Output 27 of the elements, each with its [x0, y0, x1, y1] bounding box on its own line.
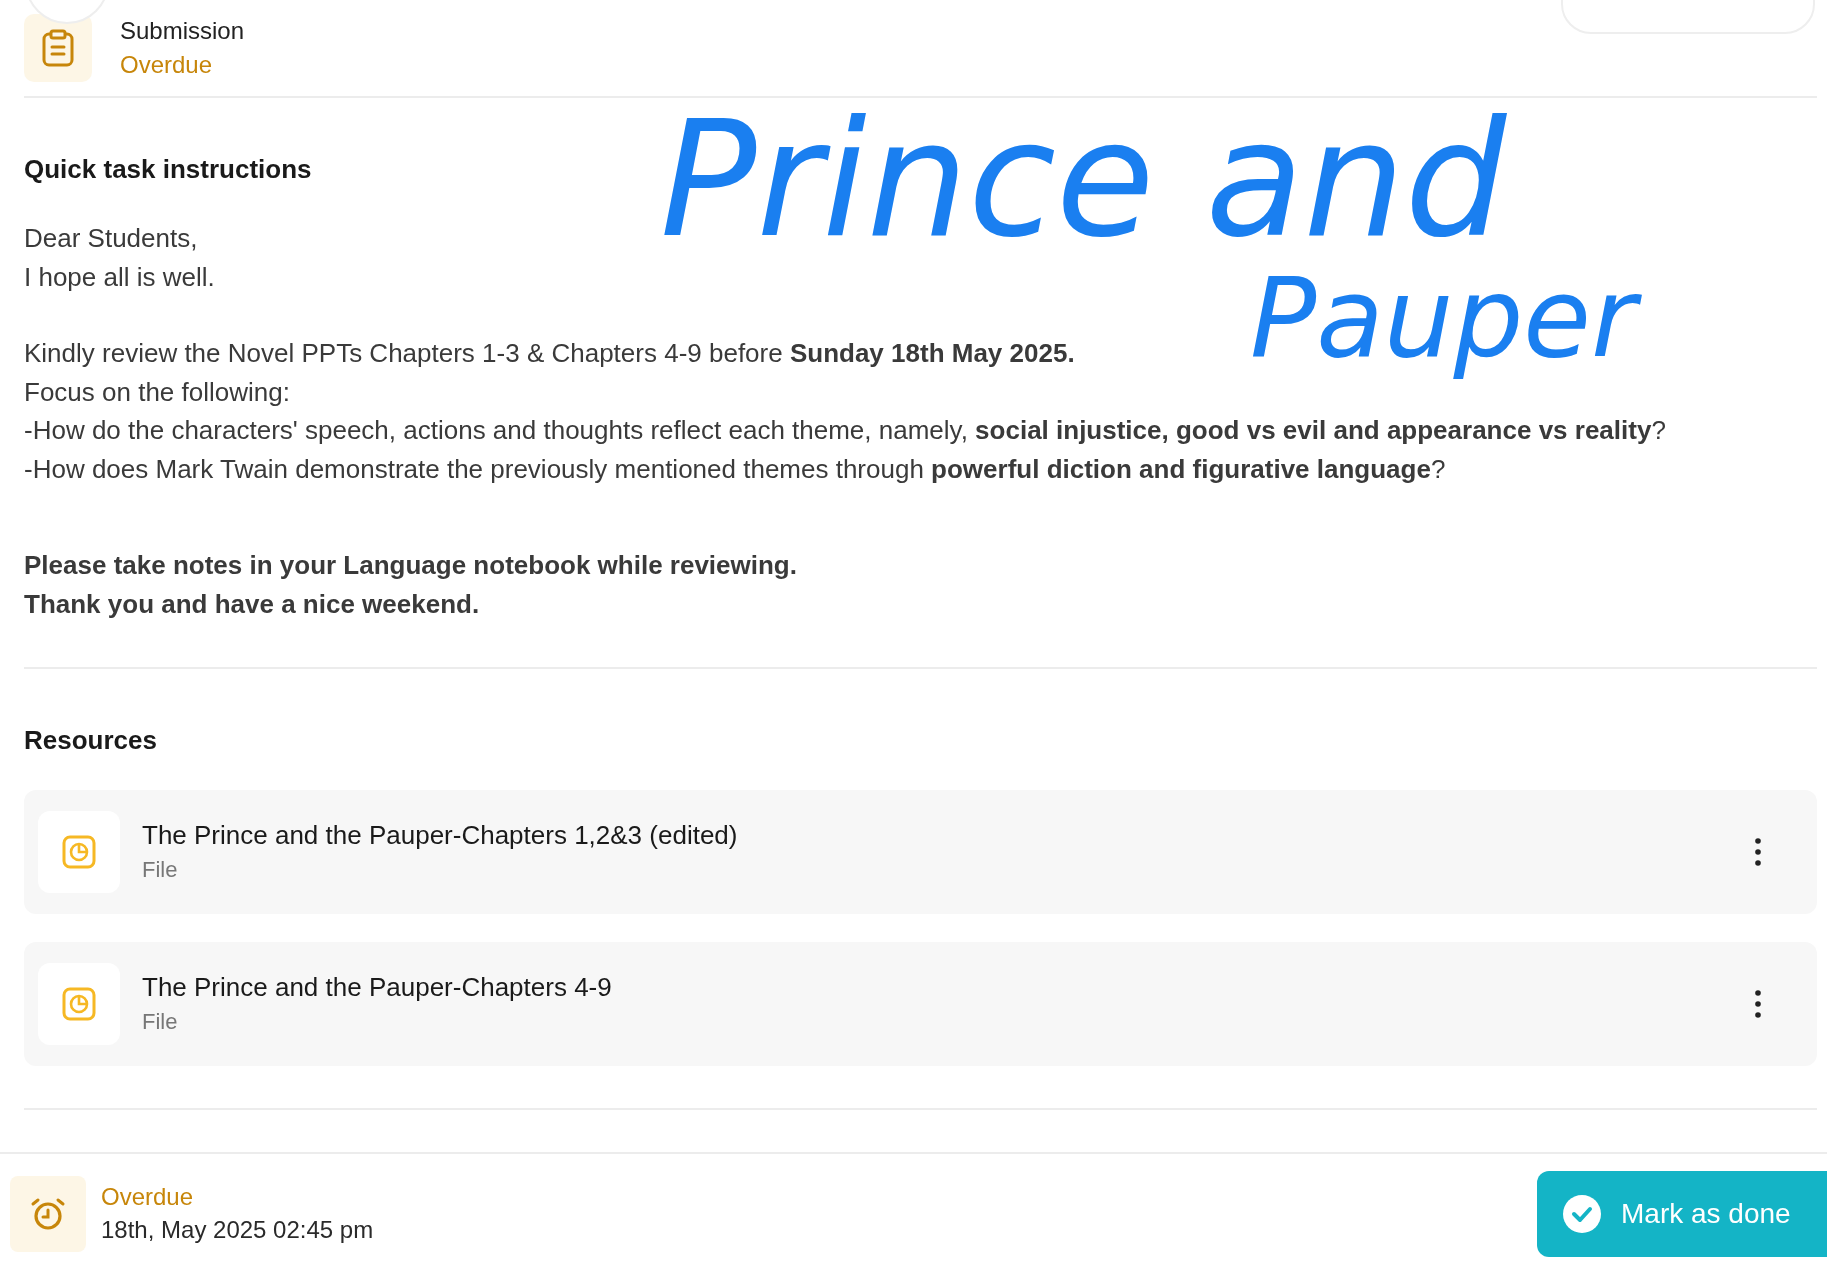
- more-icon[interactable]: [1755, 838, 1761, 866]
- resource-title: The Prince and the Pauper-Chapters 1,2&3 (edited): [142, 819, 739, 852]
- body-text: Dear Students,: [24, 222, 199, 255]
- section-heading: Resources: [24, 725, 158, 756]
- resource-type: File: [142, 1008, 179, 1036]
- submission-label: Submission: [120, 16, 245, 46]
- status-text: Overdue: [101, 1182, 195, 1212]
- resource-card[interactable]: The Prince and the Pauper-Chapters 4-9 File: [24, 942, 1817, 1066]
- body-text: -How does Mark Twain demonstrate the previously mentioned themes through powerful diction and figurative language?: [24, 452, 1447, 486]
- body-text: Thank you and have a nice weekend.: [24, 587, 481, 621]
- body-text: Focus on the following:: [24, 375, 291, 409]
- pie-chart-icon: [62, 987, 96, 1021]
- body-text: Please take notes in your Language notebook while reviewing.: [24, 549, 798, 582]
- status-text: Overdue: [120, 50, 214, 80]
- body-text: -How do the characters' speech, actions and thoughts reflect each theme, namely, social injustice, good vs evil and appearance vs reality?: [24, 414, 1667, 447]
- due-date: 18th, May 2025 02:45 pm: [101, 1215, 375, 1245]
- resource-type: File: [142, 856, 179, 884]
- resource-card[interactable]: The Prince and the Pauper-Chapters 1,2&3 (edited) File: [24, 790, 1817, 914]
- more-icon[interactable]: [1755, 990, 1761, 1018]
- clipboard-icon: [41, 29, 75, 67]
- pie-chart-icon: [62, 835, 96, 869]
- body-text: Kindly review the Novel PPTs Chapters 1-3 & Chapters 4-9 before Sunday 18th May 2025.: [24, 337, 1076, 370]
- check-icon: [1563, 1195, 1601, 1233]
- body-text: I hope all is well.: [24, 260, 216, 294]
- resource-title: The Prince and the Pauper-Chapters 4-9: [142, 971, 613, 1004]
- section-heading: Quick task instructions: [24, 154, 313, 185]
- alarm-clock-icon: [30, 1196, 66, 1232]
